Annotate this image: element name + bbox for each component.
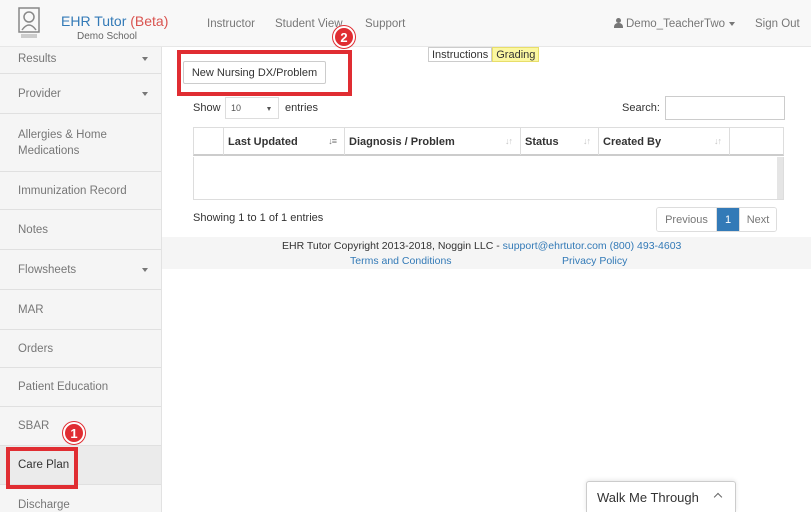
sidebar-item-label: Orders xyxy=(18,342,54,355)
table-scrollbar[interactable] xyxy=(777,157,783,199)
table-info: Showing 1 to 1 of 1 entries xyxy=(193,212,324,224)
chevron-down-icon xyxy=(142,267,148,272)
ehr-tutor-logo[interactable] xyxy=(17,6,41,40)
sidebar-item-allergies[interactable]: Allergies & Home Medications xyxy=(0,114,161,172)
pagination-next[interactable]: Next xyxy=(739,208,776,231)
column-label: Created By xyxy=(603,135,662,148)
sidebar-item-mar[interactable]: MAR xyxy=(0,290,161,330)
highlight-box-new-dx xyxy=(177,50,352,96)
sidebar-item-immunization[interactable]: Immunization Record xyxy=(0,172,161,210)
table-body xyxy=(193,157,784,200)
table-header: Last Updated ↓≡ Diagnosis / Problem ↓↑ S… xyxy=(193,127,784,156)
entries-label: entries xyxy=(285,102,319,114)
mode-tabs: Instructions Grading xyxy=(428,47,540,62)
user-icon xyxy=(614,18,623,28)
column-label: Status xyxy=(525,135,559,148)
tab-grading[interactable]: Grading xyxy=(492,47,540,62)
pagination-previous[interactable]: Previous xyxy=(657,208,717,231)
column-header-select xyxy=(194,128,224,155)
beta-label: (Beta) xyxy=(130,13,169,29)
sidebar-item-label: Discharge xyxy=(18,498,70,511)
top-navbar: EHR Tutor (Beta) Demo School Instructor … xyxy=(0,0,811,47)
chevron-down-icon xyxy=(142,91,148,96)
column-header-actions xyxy=(730,128,783,155)
sidebar-item-discharge[interactable]: Discharge xyxy=(0,485,161,512)
footer: EHR Tutor Copyright 2013-2018, Noggin LL… xyxy=(162,237,811,269)
sort-icon: ↓↑ xyxy=(505,136,513,146)
sidebar-item-label: Provider xyxy=(18,87,61,100)
main-content: New Nursing DX/Problem Instructions Grad… xyxy=(162,47,811,512)
sidebar-item-label: Results xyxy=(18,53,57,65)
terms-link[interactable]: Terms and Conditions xyxy=(350,255,452,267)
sort-desc-icon: ↓≡ xyxy=(328,136,337,146)
chevron-down-icon xyxy=(267,107,271,111)
highlight-box-care-plan xyxy=(6,447,78,489)
support-contact-link[interactable]: support@ehrtutor.com (800) 493-4603 xyxy=(503,240,682,252)
footer-copyright: EHR Tutor Copyright 2013-2018, Noggin LL… xyxy=(282,240,681,252)
column-label: Last Updated xyxy=(228,135,298,148)
brand-title[interactable]: EHR Tutor (Beta) xyxy=(61,13,168,29)
column-header-last-updated[interactable]: Last Updated ↓≡ xyxy=(224,128,345,155)
sidebar-item-label: Patient Education xyxy=(18,381,109,393)
sort-icon: ↓↑ xyxy=(583,136,591,146)
chevron-down-icon xyxy=(729,21,736,26)
column-header-created-by[interactable]: Created By ↓↑ xyxy=(599,128,730,155)
chevron-down-icon xyxy=(142,57,148,61)
step-badge-1: 1 xyxy=(63,422,85,444)
walk-me-through-widget[interactable]: Walk Me Through xyxy=(586,481,736,512)
sidebar-item-label: Flowsheets xyxy=(18,263,77,276)
sidebar-item-patient-education[interactable]: Patient Education xyxy=(0,368,161,407)
sidebar-item-label: Immunization Record xyxy=(18,184,127,197)
sort-icon: ↓↑ xyxy=(714,136,722,146)
nav-instructor[interactable]: Instructor xyxy=(207,18,255,30)
sign-out-link[interactable]: Sign Out xyxy=(755,18,800,30)
search-label: Search: xyxy=(622,102,660,114)
sidebar-item-orders[interactable]: Orders xyxy=(0,330,161,368)
pagination-page-1[interactable]: 1 xyxy=(717,208,739,231)
sidebar-item-flowsheets[interactable]: Flowsheets xyxy=(0,250,161,290)
user-name: Demo_TeacherTwo xyxy=(626,18,726,30)
chevron-up-icon xyxy=(713,492,723,502)
column-header-diagnosis[interactable]: Diagnosis / Problem ↓↑ xyxy=(345,128,521,155)
show-label: Show xyxy=(193,102,221,114)
sidebar-item-results[interactable]: Results xyxy=(0,47,161,74)
sidebar-item-provider[interactable]: Provider xyxy=(0,74,161,114)
sidebar-item-label: Allergies & Home Medications xyxy=(18,128,107,157)
page-length-value: 10 xyxy=(231,103,242,113)
search-input[interactable] xyxy=(665,96,785,120)
brand-name: EHR Tutor xyxy=(61,13,127,29)
sidebar-item-label: SBAR xyxy=(18,420,50,432)
privacy-link[interactable]: Privacy Policy xyxy=(562,255,627,267)
column-label: Diagnosis / Problem xyxy=(349,135,455,148)
copyright-text: EHR Tutor Copyright 2013-2018, Noggin LL… xyxy=(282,240,500,252)
nav-student-view[interactable]: Student View xyxy=(275,18,343,30)
column-header-status[interactable]: Status ↓↑ xyxy=(521,128,599,155)
sidebar-item-notes[interactable]: Notes xyxy=(0,210,161,250)
school-name: Demo School xyxy=(77,31,138,42)
sidebar-item-label: Notes xyxy=(18,223,49,236)
page-length-select[interactable]: 10 xyxy=(225,97,279,119)
pagination: Previous 1 Next xyxy=(656,207,777,232)
walk-me-through-label: Walk Me Through xyxy=(597,489,699,505)
tab-instructions[interactable]: Instructions xyxy=(428,47,493,62)
sidebar-item-label: MAR xyxy=(18,303,44,316)
user-menu[interactable]: Demo_TeacherTwo xyxy=(614,18,736,30)
step-badge-2: 2 xyxy=(333,26,355,48)
sidebar: Results Provider Allergies & Home Medica… xyxy=(0,47,162,512)
nav-support[interactable]: Support xyxy=(365,18,405,30)
